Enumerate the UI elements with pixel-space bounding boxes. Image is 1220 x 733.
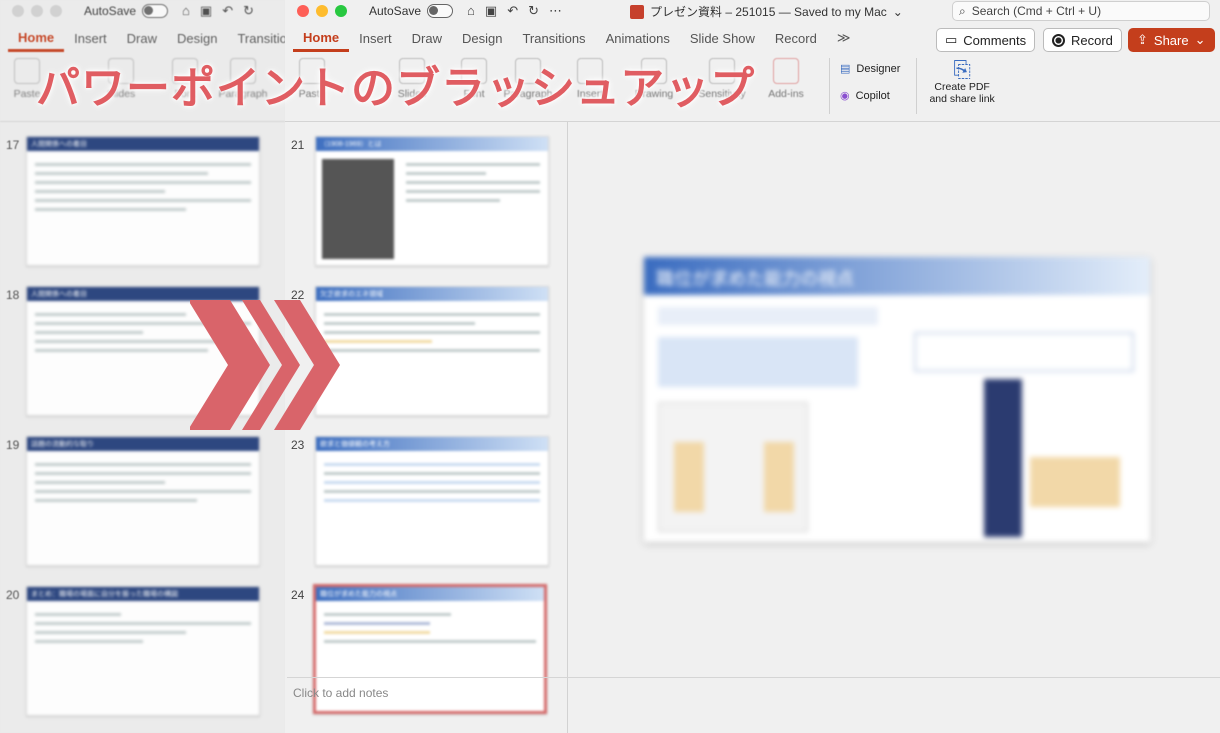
add-ins-icon xyxy=(773,58,799,84)
comment-icon: ▭ xyxy=(945,32,958,47)
triple-chevron-arrow-icon xyxy=(190,300,340,430)
thumb-row[interactable]: 19 話題の流動的な取り xyxy=(0,422,285,572)
add-ins-label: Add-ins xyxy=(768,88,804,100)
powerpoint-file-icon xyxy=(630,4,644,19)
more-icon[interactable]: ⋯ xyxy=(549,3,562,19)
thumb-row[interactable]: 17 人間関係への着目 xyxy=(0,122,285,272)
copilot-button[interactable]: ◉ Copilot xyxy=(840,89,900,103)
tab-design-left[interactable]: Design xyxy=(167,31,227,52)
toggle-switch-icon[interactable] xyxy=(142,4,169,18)
thumb-header: まとめ：職場の場面に自分を振った職場の構図 xyxy=(27,587,259,601)
tab-record[interactable]: Record xyxy=(765,31,827,52)
tab-animations[interactable]: Animations xyxy=(596,31,680,52)
tab-home-left[interactable]: Home xyxy=(8,30,65,52)
share-label: Share xyxy=(1153,32,1189,48)
slide-number: 17 xyxy=(6,138,20,152)
search-icon: ⌕ xyxy=(959,3,966,18)
slide-editor[interactable]: 職位が求めた能力の視点 Click to add notes xyxy=(287,122,1220,733)
slide-title[interactable]: 職位が求めた能力の視点 xyxy=(644,257,1150,295)
pdf-share-icon: ⎘ xyxy=(953,57,971,82)
current-slide[interactable]: 職位が求めた能力の視点 xyxy=(644,257,1150,542)
tab-design[interactable]: Design xyxy=(452,31,512,52)
thumb-header: 人間関係への着目 xyxy=(27,287,259,301)
autosave-toggle-left[interactable]: AutoSave xyxy=(84,4,169,18)
left-titlebar: AutoSave ⌂ ▣ ↶ ↻ xyxy=(0,0,285,22)
comments-label: Comments xyxy=(963,32,1027,48)
toggle-switch-icon[interactable] xyxy=(427,4,454,18)
tab-draw[interactable]: Draw xyxy=(402,31,452,52)
designer-button[interactable]: ▤ Designer xyxy=(840,62,901,76)
titlebar: AutoSave ⌂ ▣ ↶ ↻ ⋯ プレゼン資料 – 251015 — Sav… xyxy=(285,0,1220,22)
designer-label: Designer xyxy=(856,62,901,75)
slide-thumbnail[interactable]: 人間関係への着目 xyxy=(26,136,260,266)
close-button[interactable] xyxy=(297,5,309,17)
autosave-label: AutoSave xyxy=(84,4,137,18)
thumb-header: 話題の流動的な取り xyxy=(27,437,259,451)
window-controls-left[interactable] xyxy=(12,5,62,17)
save-icon[interactable]: ▣ xyxy=(200,3,212,19)
tab-home[interactable]: Home xyxy=(293,30,350,52)
share-icon: ⇪ xyxy=(1137,32,1148,47)
tab-insert[interactable]: Insert xyxy=(349,31,402,52)
close-button[interactable] xyxy=(12,5,24,17)
search-placeholder: Search (Cmd + Ctrl + U) xyxy=(971,4,1102,18)
designer-icon: ▤ xyxy=(840,63,851,75)
tab-slide-show[interactable]: Slide Show xyxy=(680,31,765,52)
minimize-button[interactable] xyxy=(316,5,328,17)
copilot-label: Copilot xyxy=(855,89,890,102)
comments-button[interactable]: ▭ Comments xyxy=(936,28,1036,52)
chevron-down-icon[interactable]: ⌄ xyxy=(1195,32,1206,48)
thumb-header: 人間関係への着目 xyxy=(27,137,259,151)
zoom-button[interactable] xyxy=(335,5,347,17)
add-ins-group[interactable]: Add-ins xyxy=(759,58,813,100)
autosave-label: AutoSave xyxy=(369,4,422,18)
home-icon[interactable]: ⌂ xyxy=(467,3,475,19)
save-icon[interactable]: ▣ xyxy=(485,3,497,19)
tab-transitions[interactable]: Transitions xyxy=(512,31,595,52)
thumb-row[interactable]: 20 まとめ：職場の場面に自分を振った職場の構図 xyxy=(0,572,285,722)
left-ribbon-tabs: Home Insert Draw Design Transitio xyxy=(0,22,287,52)
tab-draw-left[interactable]: Draw xyxy=(117,31,167,52)
redo-icon[interactable]: ↻ xyxy=(528,3,539,19)
copilot-icon: ◉ xyxy=(840,90,850,102)
zoom-button[interactable] xyxy=(50,5,62,17)
create-pdf-button[interactable]: ⎘ Create PDF and share link xyxy=(916,57,995,114)
slide-thumbnail[interactable]: まとめ：職場の場面に自分を振った職場の構図 xyxy=(26,586,260,716)
notes-field[interactable]: Click to add notes xyxy=(287,677,1220,733)
create-pdf-label-2: and share link xyxy=(929,92,995,105)
more-tabs-icon[interactable]: ≫ xyxy=(827,30,861,52)
share-button[interactable]: ⇪ Share ⌄ xyxy=(1128,28,1215,52)
slide-number: 18 xyxy=(6,288,20,302)
slide-number: 19 xyxy=(6,438,20,452)
chevron-down-icon[interactable]: ⌄ xyxy=(893,5,903,19)
record-label: Record xyxy=(1071,32,1113,48)
create-pdf-label: Create PDF xyxy=(934,81,990,94)
slide-number: 20 xyxy=(6,588,20,602)
redo-icon[interactable]: ↻ xyxy=(243,3,254,19)
record-button[interactable]: Record xyxy=(1043,28,1122,52)
undo-icon[interactable]: ↶ xyxy=(507,3,518,19)
search-input[interactable]: ⌕ Search (Cmd + Ctrl + U) xyxy=(952,1,1210,21)
document-title[interactable]: プレゼン資料 – 251015 — Saved to my Mac ⌄ xyxy=(630,3,903,20)
home-icon[interactable]: ⌂ xyxy=(182,3,190,19)
slide-thumbnail[interactable]: 話題の流動的な取り xyxy=(26,436,260,566)
document-title-text: プレゼン資料 – 251015 — Saved to my Mac xyxy=(650,5,887,19)
tab-insert-left[interactable]: Insert xyxy=(64,31,117,52)
autosave-toggle[interactable]: AutoSave xyxy=(369,4,454,18)
notes-placeholder: Click to add notes xyxy=(293,686,389,700)
overlay-title: パワーポイントのブラッシュアップ xyxy=(36,63,756,114)
window-controls[interactable] xyxy=(297,5,347,17)
record-icon xyxy=(1052,33,1065,47)
minimize-button[interactable] xyxy=(31,5,43,17)
undo-icon[interactable]: ↶ xyxy=(222,3,233,19)
